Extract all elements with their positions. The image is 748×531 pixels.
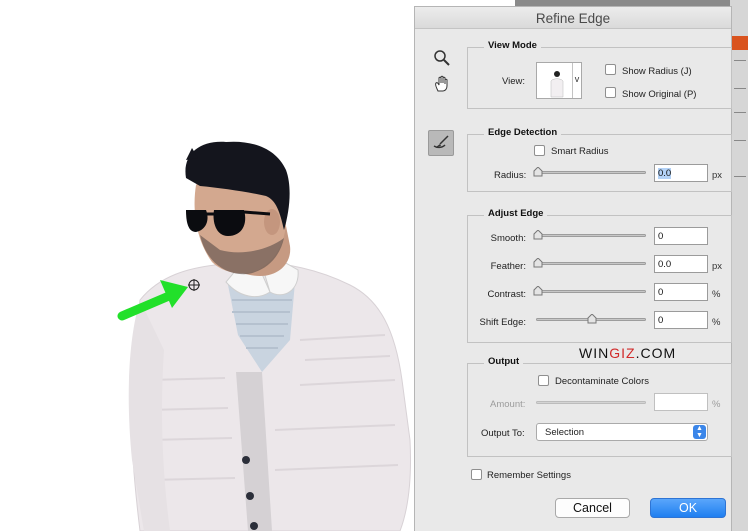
view-label: View: [502,76,526,87]
amount-slider [536,401,646,404]
cancel-button[interactable]: Cancel [555,498,630,518]
contrast-unit: % [712,289,721,300]
amount-label: Amount: [490,399,526,410]
smooth-field[interactable]: 0 [654,227,708,245]
view-mode-legend: View Mode [484,40,541,51]
remember-settings-checkbox[interactable] [471,469,482,480]
feather-unit: px [712,261,723,272]
slider-thumb[interactable] [533,258,543,268]
zoom-tool-icon[interactable] [429,45,455,71]
view-mode-dropdown[interactable]: v [536,62,582,99]
dialog-titlebar[interactable]: Refine Edge [415,7,731,29]
edge-detection-legend: Edge Detection [484,127,562,138]
decontaminate-label: Decontaminate Colors [555,376,649,387]
adjust-edge-group: Adjust Edge Smooth: 0 Feather: 0.0 px Co… [467,208,732,343]
side-panel-strip [730,0,748,531]
feather-slider[interactable] [533,258,646,268]
shift-edge-slider[interactable] [536,314,646,324]
radius-slider[interactable] [533,167,646,177]
smart-radius-label: Smart Radius [551,146,609,157]
show-original-checkbox[interactable] [605,87,616,98]
show-radius-label: Show Radius (J) [622,66,692,77]
slider-thumb[interactable] [533,230,543,240]
watermark-logo: WINGIZ.COM [579,345,677,361]
show-original-label: Show Original (P) [622,89,697,100]
image-canvas[interactable] [0,0,414,531]
contrast-label: Contrast: [487,289,526,300]
refine-radius-tool-icon[interactable] [428,130,454,156]
updown-chevron-icon: ▲ ▼ [693,425,706,439]
smooth-label: Smooth: [490,233,526,244]
chevron-down-icon: v [572,63,581,98]
output-to-select[interactable]: Selection ▲ ▼ [536,423,708,441]
output-legend: Output [484,356,524,367]
amount-field [654,393,708,411]
person-photo [117,141,411,531]
feather-field[interactable]: 0.0 [654,255,708,273]
contrast-field[interactable]: 0 [654,283,708,301]
remember-settings-label: Remember Settings [487,470,571,481]
shift-edge-field[interactable]: 0 [654,311,708,329]
edge-detection-group: Edge Detection Smart Radius Radius: 0.0 … [467,127,732,192]
amount-unit: % [712,399,721,410]
dialog-title: Refine Edge [535,11,611,26]
show-radius-checkbox[interactable] [605,64,616,75]
view-mode-group: View Mode View: v Show Radius (J) Show O… [467,40,732,109]
hand-tool-icon[interactable] [429,71,455,97]
decontaminate-checkbox[interactable] [538,375,549,386]
view-thumbnail-icon [550,71,564,98]
adjust-edge-legend: Adjust Edge [484,208,548,219]
smart-radius-checkbox[interactable] [534,145,545,156]
radius-field[interactable]: 0.0 [654,164,708,182]
contrast-slider[interactable] [533,286,646,296]
ok-button[interactable]: OK [650,498,726,518]
shift-edge-label: Shift Edge: [479,317,526,328]
radius-label: Radius: [494,170,527,181]
smooth-slider[interactable] [533,230,646,240]
slider-thumb[interactable] [587,314,597,324]
output-to-value: Selection [545,427,585,438]
output-to-label: Output To: [481,428,525,439]
radius-unit: px [712,170,723,181]
feather-label: Feather: [490,261,526,272]
refine-edge-dialog: Refine Edge View Mode View: v Show Radiu… [414,6,732,531]
output-group: Output Decontaminate Colors Amount: % Ou… [467,356,732,457]
slider-thumb[interactable] [533,167,543,177]
shift-edge-unit: % [712,317,721,328]
slider-thumb[interactable] [533,286,543,296]
